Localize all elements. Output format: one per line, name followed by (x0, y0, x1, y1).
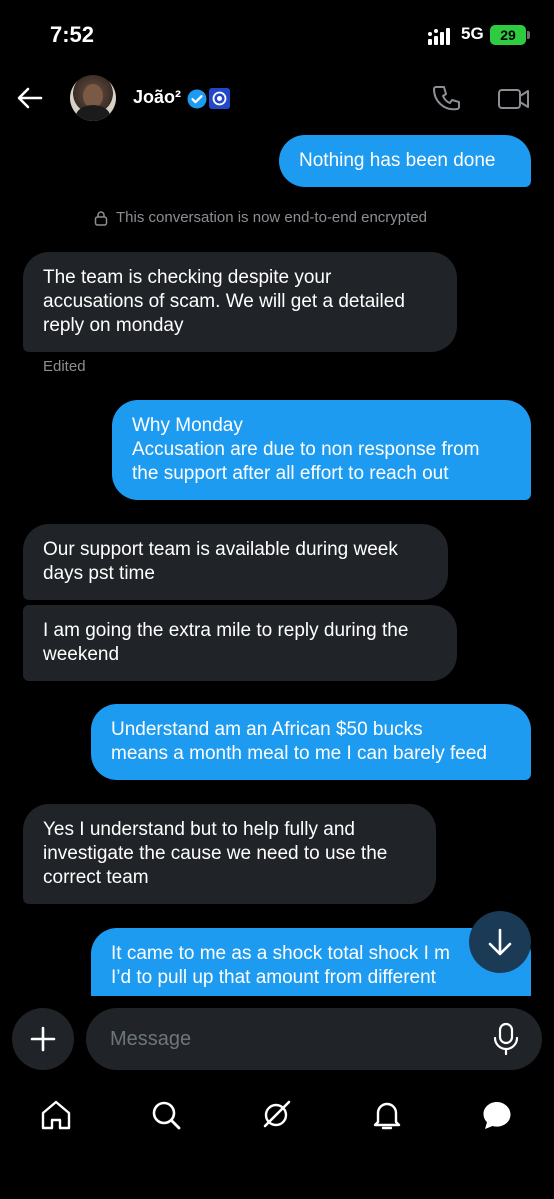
add-attachment-button[interactable] (12, 1008, 74, 1070)
message-bubble-incoming[interactable]: The team is checking despite your accusa… (23, 252, 457, 352)
message-input[interactable] (86, 1008, 542, 1070)
message-bubble-outgoing[interactable]: Nothing has been done (279, 135, 531, 187)
network-type: 5G (461, 24, 484, 43)
signal-icon (428, 28, 450, 45)
arrow-down-icon (488, 928, 512, 956)
message-text: Why Monday Accusation are due to non res… (132, 415, 480, 484)
battery-indicator: 29 (490, 25, 526, 45)
messages-icon[interactable] (480, 1098, 514, 1132)
status-bar: 7:52 5G 29 (0, 0, 554, 70)
search-icon[interactable] (149, 1098, 183, 1132)
message-bubble-incoming[interactable]: Our support team is available during wee… (23, 524, 448, 600)
message-text: Yes I understand but to help fully and i… (43, 819, 388, 888)
affiliate-badge-icon (209, 88, 230, 109)
battery-tip (527, 31, 530, 39)
message-bubble-incoming[interactable]: Yes I understand but to help fully and i… (23, 804, 436, 904)
conversation-header: João² (0, 70, 554, 130)
message-text: The team is checking despite your accusa… (43, 267, 405, 336)
microphone-icon[interactable] (490, 1022, 522, 1056)
message-bubble-incoming[interactable]: I am going the extra mile to reply durin… (23, 605, 457, 681)
lock-icon (94, 211, 108, 226)
message-text: It came to me as a shock total shock I m… (111, 943, 450, 988)
avatar[interactable] (70, 75, 116, 121)
message-text: I am going the extra mile to reply durin… (43, 620, 409, 665)
encryption-notice: This conversation is now end-to-end encr… (116, 209, 428, 226)
message-bubble-outgoing[interactable]: Why Monday Accusation are due to non res… (112, 400, 531, 500)
message-bubble-outgoing[interactable]: Understand am an African $50 bucks means… (91, 704, 531, 780)
status-time: 7:52 (50, 22, 95, 47)
verified-badge-icon (187, 89, 207, 109)
edited-label: Edited (43, 358, 86, 375)
message-text: Understand am an African $50 bucks means… (111, 719, 487, 764)
phone-call-icon[interactable] (431, 84, 461, 114)
back-arrow-icon[interactable] (14, 82, 46, 114)
contact-name[interactable]: João² (133, 87, 181, 108)
message-text: Our support team is available during wee… (43, 539, 398, 584)
home-icon[interactable] (39, 1098, 73, 1132)
avatar-body (76, 105, 110, 121)
video-call-icon[interactable] (497, 84, 531, 114)
grok-icon[interactable] (259, 1098, 293, 1132)
scroll-to-bottom-button[interactable] (469, 911, 531, 973)
message-text: Nothing has been done (299, 150, 496, 171)
notifications-icon[interactable] (370, 1098, 404, 1132)
plus-icon (30, 1026, 56, 1052)
